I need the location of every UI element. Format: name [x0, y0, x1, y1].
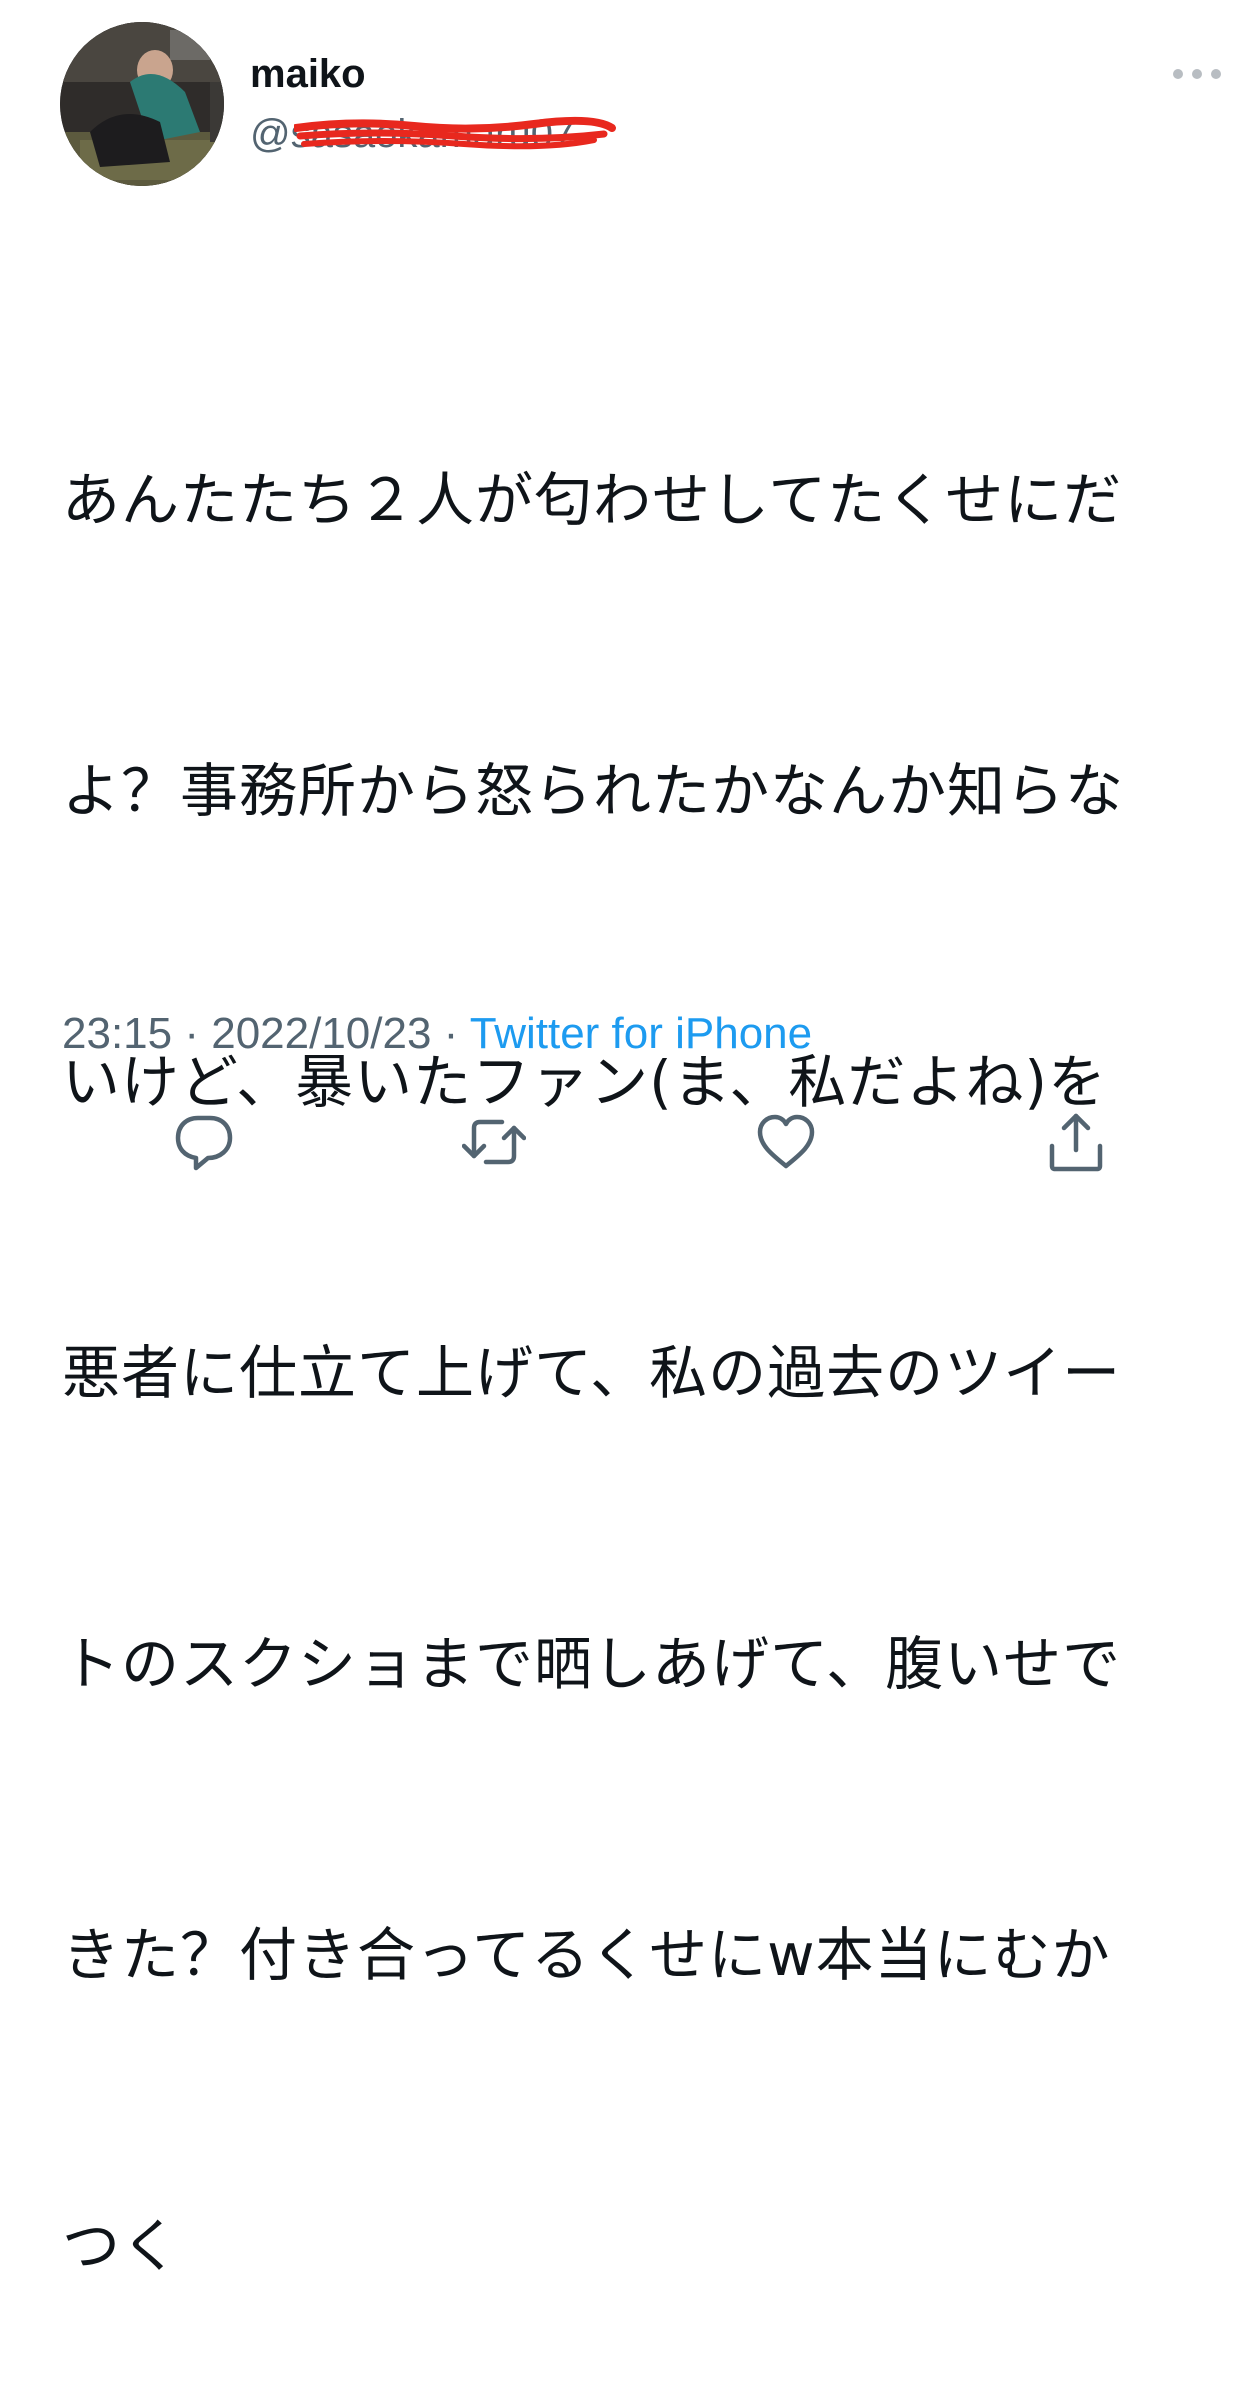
tweet-meta: 23:15 · 2022/10/23 · Twitter for iPhone	[62, 1004, 812, 1064]
tweet-line: トのスクショまで晒しあげて、腹いせで	[62, 1630, 1122, 1698]
tweet-time[interactable]: 23:15	[62, 1009, 172, 1058]
redaction-scribble	[294, 116, 616, 150]
reply-icon	[175, 1115, 233, 1171]
tweet-line: きた？付き合ってるくせにw本当にむか	[62, 1921, 1111, 1989]
more-horizontal-icon[interactable]	[1170, 60, 1224, 88]
heart-icon	[757, 1114, 815, 1169]
share-icon	[1049, 1113, 1103, 1172]
action-bar	[0, 1110, 1258, 1180]
profile-photo	[60, 22, 224, 186]
avatar[interactable]	[60, 22, 224, 186]
meta-separator: ·	[431, 1009, 470, 1058]
retweet-icon	[462, 1119, 526, 1165]
tweet-source-link[interactable]: Twitter for iPhone	[470, 1009, 812, 1058]
handle-container: @sasaokamaru07	[250, 108, 630, 160]
display-name[interactable]: maiko	[250, 46, 366, 102]
reply-button[interactable]	[172, 1110, 236, 1174]
tweet-line: 悪者に仕立て上げて、私の過去のツイー	[62, 1339, 1122, 1407]
tweet-line: つく	[62, 2212, 181, 2280]
like-button[interactable]	[754, 1110, 818, 1174]
tweet-date[interactable]: 2022/10/23	[211, 1009, 431, 1058]
meta-separator: ·	[172, 1009, 212, 1058]
share-button[interactable]	[1044, 1110, 1108, 1174]
tweet-text: あんたたち２人が匂わせしてたくせにだ よ？事務所から怒られたかなんか知らな いけ…	[62, 258, 1232, 2392]
retweet-button[interactable]	[462, 1110, 526, 1174]
tweet-line: よ？事務所から怒られたかなんか知らな	[62, 757, 1125, 825]
tweet-line: あんたたち２人が匂わせしてたくせにだ	[62, 466, 1123, 534]
